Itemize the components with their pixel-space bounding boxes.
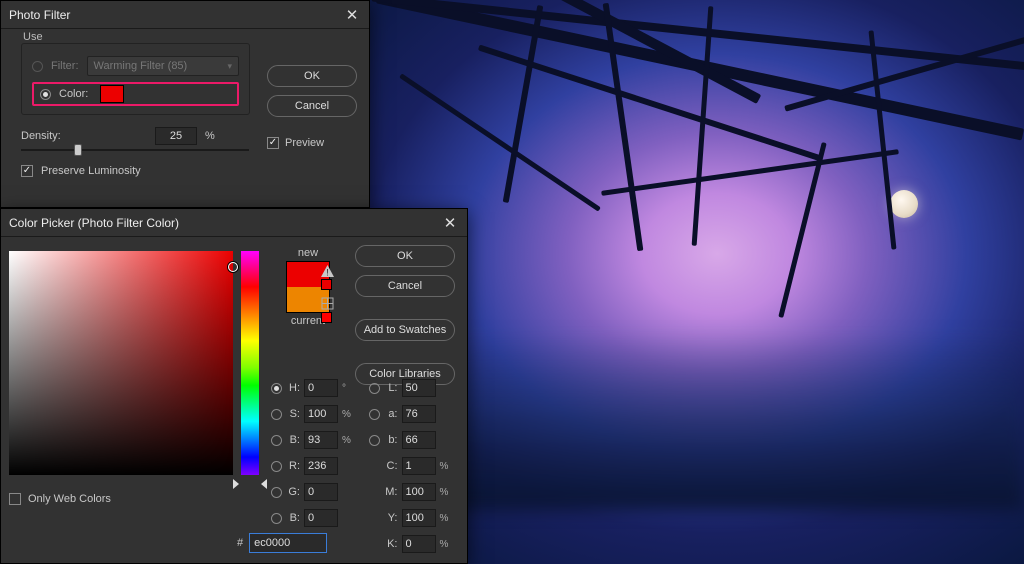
- saturation-value-field[interactable]: [9, 251, 233, 475]
- photo-filter-title: Photo Filter: [9, 8, 70, 22]
- y-field-row: Y:%: [369, 507, 457, 529]
- density-slider[interactable]: [21, 149, 249, 151]
- cancel-button[interactable]: Cancel: [267, 95, 357, 117]
- c-input[interactable]: [402, 457, 436, 475]
- hex-input[interactable]: [249, 533, 327, 553]
- ok-button[interactable]: OK: [355, 245, 455, 267]
- a-field-row[interactable]: a:: [369, 403, 457, 425]
- radio-icon[interactable]: [271, 383, 282, 394]
- b-hsb-input[interactable]: [304, 431, 338, 449]
- radio-icon[interactable]: [369, 435, 380, 446]
- k-field-row: K:%: [369, 533, 457, 555]
- checkbox-icon[interactable]: [267, 137, 279, 149]
- new-current-colors: new current: [269, 247, 347, 327]
- a-input[interactable]: [402, 405, 436, 423]
- sv-marker[interactable]: [228, 262, 238, 272]
- density-label: Density:: [21, 130, 69, 142]
- photo-filter-dialog: Photo Filter ✕ Use Filter: Warming Filte…: [0, 0, 370, 208]
- preview-label: Preview: [285, 137, 324, 149]
- b-rgb-field-row[interactable]: B:: [271, 507, 359, 529]
- hue-slider[interactable]: [241, 251, 259, 475]
- photo-filter-titlebar[interactable]: Photo Filter ✕: [1, 1, 369, 29]
- s-input[interactable]: [304, 405, 338, 423]
- svg-text:!: !: [326, 268, 329, 278]
- only-web-colors-label: Only Web Colors: [28, 493, 111, 505]
- gamut-suggest-swatch[interactable]: [321, 279, 332, 290]
- color-picker-titlebar[interactable]: Color Picker (Photo Filter Color) ✕: [1, 209, 467, 237]
- radio-icon[interactable]: [271, 513, 282, 524]
- gamut-warning-icon[interactable]: !: [321, 265, 334, 277]
- h-field-row[interactable]: H:°: [271, 377, 359, 399]
- close-icon[interactable]: ✕: [441, 214, 459, 232]
- websafe-suggest-swatch[interactable]: [321, 312, 332, 323]
- r-input[interactable]: [304, 457, 338, 475]
- only-web-colors-checkbox[interactable]: Only Web Colors: [9, 493, 111, 505]
- radio-icon[interactable]: [271, 461, 282, 472]
- hue-arrow-icon: [261, 479, 267, 489]
- new-label: new: [269, 247, 347, 259]
- radio-icon[interactable]: [271, 487, 282, 498]
- l-input[interactable]: [402, 379, 436, 397]
- radio-icon[interactable]: [369, 383, 380, 394]
- hue-arrow-icon: [233, 479, 239, 489]
- y-input[interactable]: [402, 509, 436, 527]
- checkbox-icon[interactable]: [9, 493, 21, 505]
- s-field-row[interactable]: S:%: [271, 403, 359, 425]
- filter-radio-label: Filter:: [51, 60, 79, 72]
- radio-icon[interactable]: [271, 409, 282, 420]
- hex-prefix: #: [237, 537, 243, 549]
- filter-dropdown-value: Warming Filter (85): [94, 60, 188, 72]
- b-lab-field-row[interactable]: b:: [369, 429, 457, 451]
- color-picker-title: Color Picker (Photo Filter Color): [9, 216, 179, 230]
- preserve-luminosity-checkbox[interactable]: Preserve Luminosity: [21, 165, 357, 177]
- h-input[interactable]: [304, 379, 338, 397]
- close-icon[interactable]: ✕: [343, 6, 361, 24]
- checkbox-icon[interactable]: [21, 165, 33, 177]
- b-rgb-input[interactable]: [304, 509, 338, 527]
- radio-icon[interactable]: [32, 61, 43, 72]
- radio-icon[interactable]: [271, 435, 282, 446]
- preview-checkbox[interactable]: Preview: [267, 137, 357, 149]
- m-field-row: M:%: [369, 481, 457, 503]
- radio-icon[interactable]: [40, 89, 51, 100]
- current-label: current: [269, 315, 347, 327]
- chevron-down-icon: ▾: [227, 61, 232, 72]
- moon: [890, 190, 918, 218]
- use-group-label: Use: [23, 31, 43, 43]
- b-hsb-field-row[interactable]: B:%: [271, 429, 359, 451]
- ok-button[interactable]: OK: [267, 65, 357, 87]
- l-field-row[interactable]: L:: [369, 377, 457, 399]
- add-to-swatches-button[interactable]: Add to Swatches: [355, 319, 455, 341]
- r-field-row[interactable]: R:: [271, 455, 359, 477]
- radio-icon[interactable]: [369, 409, 380, 420]
- filter-radio-row[interactable]: Filter: Warming Filter (85) ▾: [32, 54, 239, 78]
- slider-thumb[interactable]: [74, 144, 82, 156]
- color-picker-dialog: Color Picker (Photo Filter Color) ✕ new …: [0, 208, 468, 564]
- density-unit: %: [205, 130, 215, 142]
- use-group: Filter: Warming Filter (85) ▾ Color:: [21, 43, 250, 115]
- color-radio-label: Color:: [59, 88, 88, 100]
- color-swatch[interactable]: [100, 85, 124, 103]
- preserve-label: Preserve Luminosity: [41, 165, 141, 177]
- k-input[interactable]: [402, 535, 436, 553]
- color-radio-row[interactable]: Color:: [32, 82, 239, 106]
- filter-dropdown[interactable]: Warming Filter (85) ▾: [87, 56, 240, 76]
- g-input[interactable]: [304, 483, 338, 501]
- websafe-warning-icon[interactable]: [321, 297, 334, 310]
- m-input[interactable]: [402, 483, 436, 501]
- c-field-row: C:%: [369, 455, 457, 477]
- cancel-button[interactable]: Cancel: [355, 275, 455, 297]
- density-input[interactable]: [155, 127, 197, 145]
- g-field-row[interactable]: G:: [271, 481, 359, 503]
- b-lab-input[interactable]: [402, 431, 436, 449]
